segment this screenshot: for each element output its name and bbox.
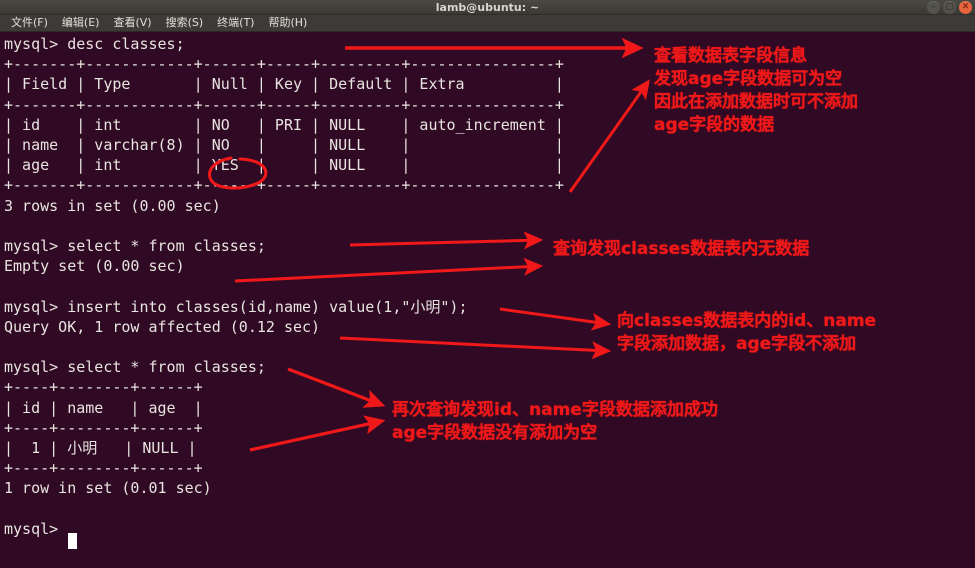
note-desc-fields: 查看数据表字段信息 发现age字段数据可为空 因此在添加数据时可不添加 age字… (654, 46, 858, 135)
menu-item-help[interactable]: 帮助(H) (261, 15, 314, 31)
maximize-icon: □ (945, 2, 954, 12)
close-button[interactable]: ✕ (959, 1, 972, 14)
menu-item-edit[interactable]: 编辑(E) (55, 15, 107, 31)
terminal-cursor (68, 533, 77, 549)
note-verify-insert: 再次查询发现id、name字段数据添加成功 age字段数据没有添加为空 (392, 400, 718, 443)
note-insert-fields: 向classes数据表内的id、name 字段添加数据，age字段不添加 (617, 311, 877, 354)
menubar: 文件(F) 编辑(E) 查看(V) 搜索(S) 终端(T) 帮助(H) (0, 15, 975, 32)
window-titlebar: lamb@ubuntu: ~ – □ ✕ (0, 0, 975, 15)
minimize-button[interactable]: – (927, 1, 940, 14)
menu-item-view[interactable]: 查看(V) (106, 15, 158, 31)
maximize-button[interactable]: □ (943, 1, 956, 14)
note-empty-table: 查询发现classes数据表内无数据 (553, 239, 810, 259)
terminal-output: mysql> desc classes; +-------+----------… (4, 35, 564, 538)
menu-item-terminal[interactable]: 终端(T) (210, 15, 261, 31)
close-icon: ✕ (961, 2, 970, 12)
minimize-icon: – (931, 2, 936, 12)
menu-item-file[interactable]: 文件(F) (4, 15, 55, 31)
menu-item-search[interactable]: 搜索(S) (159, 15, 211, 31)
terminal-window-screenshot: lamb@ubuntu: ~ – □ ✕ 文件(F) 编辑(E) 查看(V) 搜… (0, 0, 975, 568)
window-controls: – □ ✕ (927, 1, 972, 14)
window-title: lamb@ubuntu: ~ (435, 1, 540, 14)
